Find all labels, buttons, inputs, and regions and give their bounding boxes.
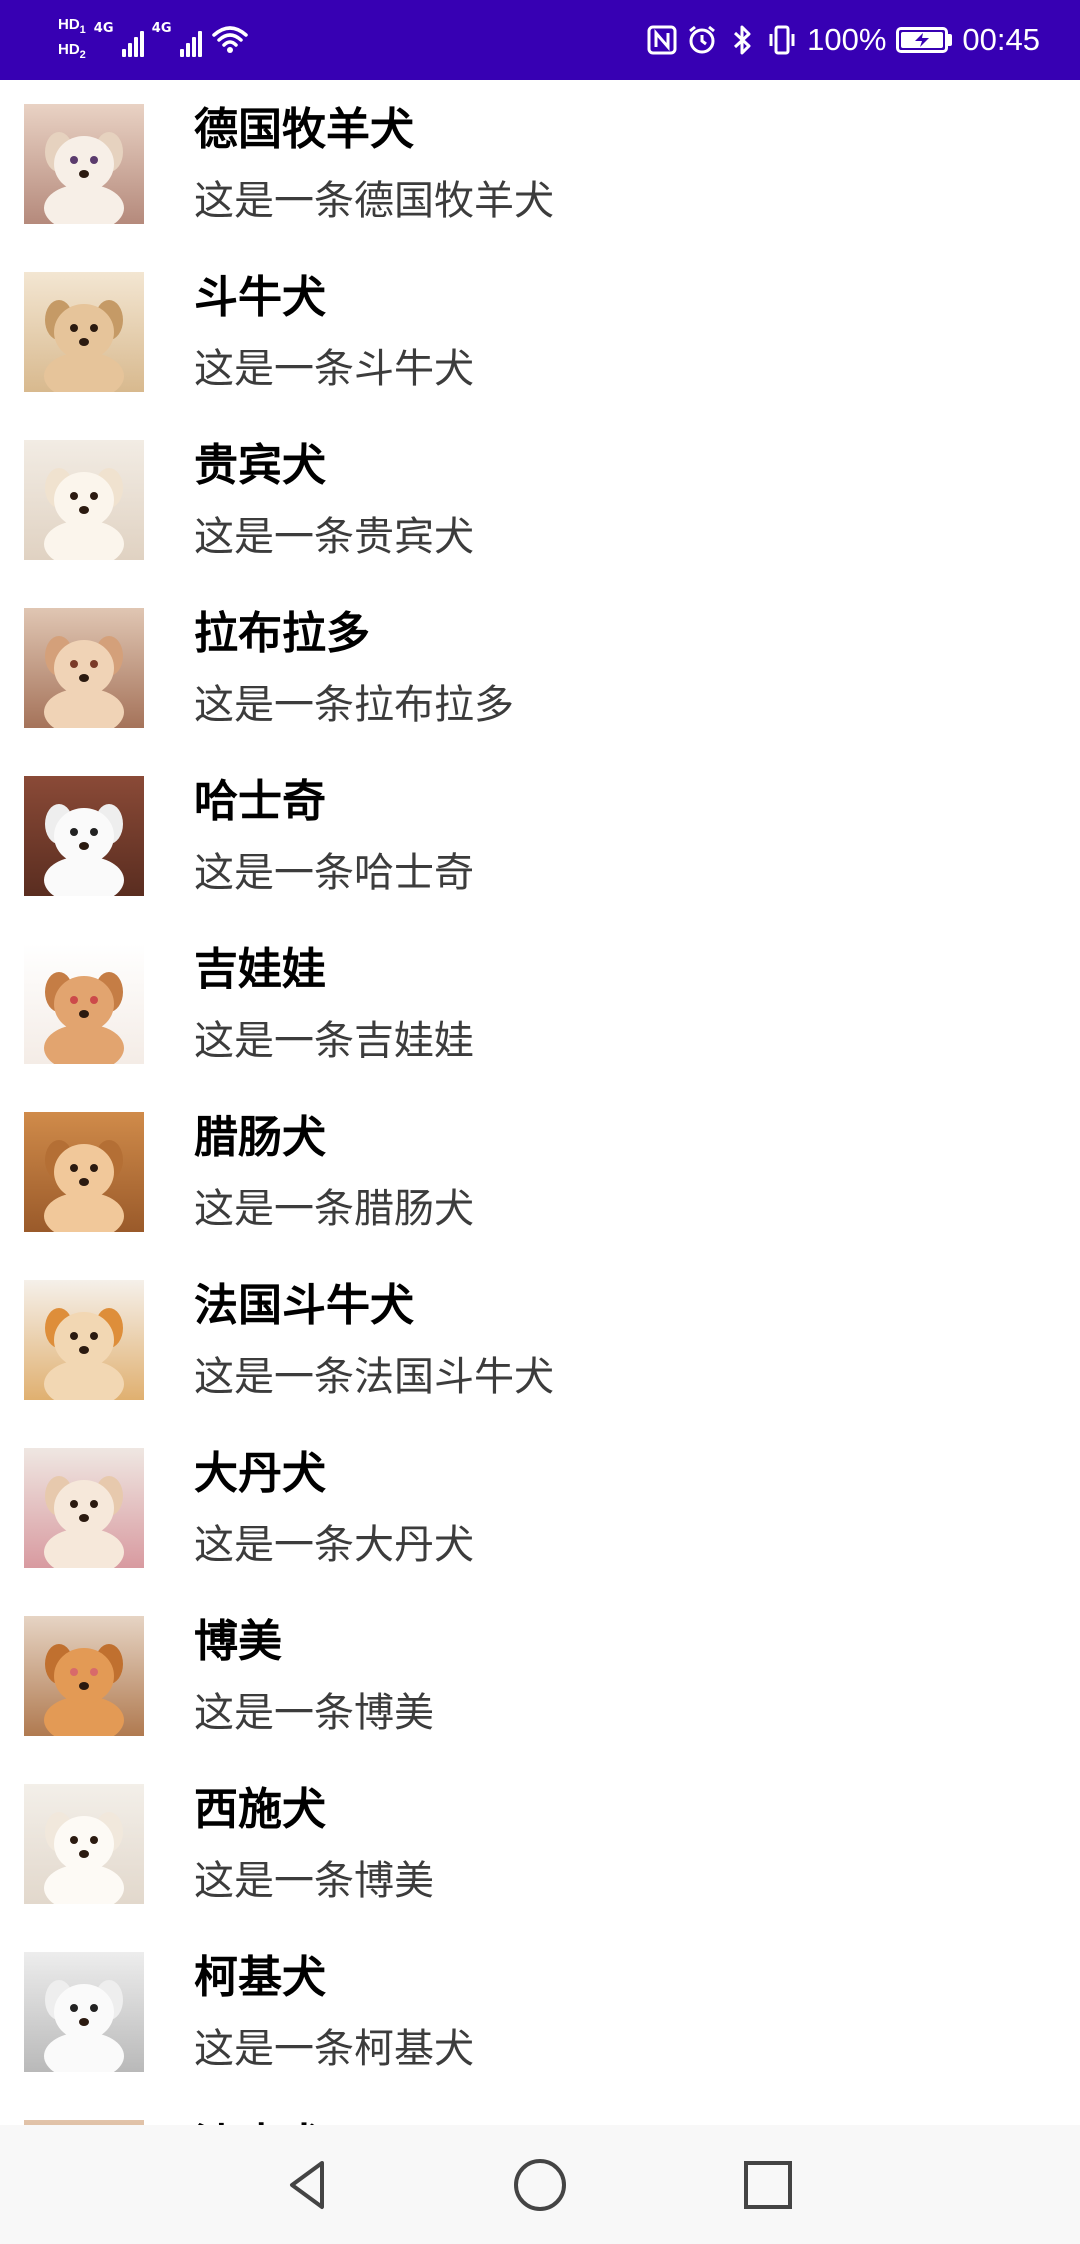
- dog-name: 贵宾犬: [194, 440, 326, 491]
- dog-thumbnail: [24, 1112, 144, 1232]
- dog-description: 这是一条法国斗牛犬: [194, 1354, 554, 1400]
- list-item[interactable]: 大丹犬这是一条大丹犬: [0, 1424, 1080, 1592]
- list-item[interactable]: 吉娃娃这是一条吉娃娃: [0, 920, 1080, 1088]
- dog-photo-icon: [24, 608, 144, 728]
- dog-thumbnail: [24, 1952, 144, 2072]
- back-button[interactable]: [280, 2155, 340, 2215]
- dog-photo-icon: [24, 1952, 144, 2072]
- status-left: HD1 HD2 4G 4G: [58, 17, 248, 63]
- dog-name: 沙皮犬: [194, 2118, 326, 2125]
- dog-name: 腊肠犬: [194, 1112, 326, 1163]
- dog-description: 这是一条博美: [194, 1690, 434, 1736]
- dog-name: 吉娃娃: [194, 944, 326, 995]
- signal-2-icon: 4G: [151, 21, 202, 57]
- dog-description: 这是一条博美: [194, 1858, 434, 1904]
- hd-indicators: HD1 HD2: [58, 17, 86, 63]
- list-item[interactable]: 拉布拉多这是一条拉布拉多: [0, 584, 1080, 752]
- dog-thumbnail: [24, 1616, 144, 1736]
- dog-description: 这是一条柯基犬: [194, 2026, 474, 2072]
- list-item[interactable]: 斗牛犬这是一条斗牛犬: [0, 248, 1080, 416]
- dog-photo-icon: [24, 1784, 144, 1904]
- status-bar: HD1 HD2 4G 4G 100% 00:45: [0, 0, 1080, 80]
- dog-photo-icon: [24, 1280, 144, 1400]
- dog-photo-icon: [24, 104, 144, 224]
- dog-name: 大丹犬: [194, 1448, 326, 1499]
- dog-name: 德国牧羊犬: [194, 104, 414, 155]
- vibrate-icon: [769, 25, 795, 55]
- dog-description: 这是一条腊肠犬: [194, 1186, 474, 1232]
- dog-name: 法国斗牛犬: [194, 1280, 414, 1331]
- dog-photo-icon: [24, 440, 144, 560]
- dog-name: 斗牛犬: [194, 272, 326, 323]
- status-right: 100% 00:45: [647, 22, 1040, 58]
- hd-indicator-1: HD1: [58, 16, 86, 37]
- screen: HD1 HD2 4G 4G 100% 00:45 德国牧羊犬 这是一条德国牧羊犬…: [0, 0, 1080, 2244]
- dog-description: 这是一条贵宾犬: [194, 514, 474, 560]
- list-item[interactable]: 法国斗牛犬这是一条法国斗牛犬: [0, 1256, 1080, 1424]
- dog-photo-icon: [24, 944, 144, 1064]
- list-item[interactable]: 沙皮犬: [0, 2096, 1080, 2125]
- dog-thumbnail: [24, 944, 144, 1064]
- dog-photo-icon: [24, 776, 144, 896]
- list-item[interactable]: 柯基犬这是一条柯基犬: [0, 1928, 1080, 2096]
- signal-1-icon: 4G: [93, 21, 144, 57]
- dog-thumbnail: [24, 272, 144, 392]
- network-type-1: 4G: [93, 21, 114, 36]
- dog-description: 这是一条哈士奇: [194, 850, 474, 896]
- dog-thumbnail: [24, 1448, 144, 1568]
- dog-photo-icon: [24, 1448, 144, 1568]
- dog-photo-icon: [24, 1616, 144, 1736]
- dog-list[interactable]: 德国牧羊犬这是一条德国牧羊犬 斗牛犬这是一条斗牛犬 贵宾犬这是一条贵宾犬: [0, 80, 1080, 2125]
- dog-name: 西施犬: [194, 1784, 326, 1835]
- home-icon: [514, 2159, 566, 2211]
- dog-thumbnail: [24, 440, 144, 560]
- battery-percent: 100%: [807, 22, 887, 57]
- dog-thumbnail: [24, 1784, 144, 1904]
- dog-name: 柯基犬: [194, 1952, 326, 2003]
- network-type-2: 4G: [151, 21, 172, 36]
- dog-thumbnail: [24, 776, 144, 896]
- dog-thumbnail: [24, 1280, 144, 1400]
- dog-photo-icon: [24, 1112, 144, 1232]
- dog-thumbnail: [24, 104, 144, 224]
- alarm-icon: [689, 25, 716, 54]
- list-item[interactable]: 贵宾犬这是一条贵宾犬: [0, 416, 1080, 584]
- dog-description: 这是一条拉布拉多: [194, 682, 514, 728]
- dog-thumbnail: [24, 608, 144, 728]
- wifi-icon: [212, 26, 248, 53]
- recents-button[interactable]: [738, 2155, 798, 2215]
- hd-indicator-2: HD2: [58, 41, 86, 62]
- home-button[interactable]: [510, 2155, 570, 2215]
- list-item[interactable]: 博美 这是一条博美: [0, 1592, 1080, 1760]
- dog-description: 这是一条大丹犬: [194, 1522, 474, 1568]
- clock: 00:45: [962, 22, 1040, 57]
- list-item[interactable]: 德国牧羊犬这是一条德国牧羊犬: [0, 80, 1080, 248]
- battery-charging-icon: [896, 27, 953, 53]
- navigation-bar: [0, 2125, 1080, 2244]
- dog-description: 这是一条斗牛犬: [194, 346, 474, 392]
- nfc-icon: [647, 25, 677, 55]
- recents-icon: [744, 2161, 792, 2209]
- dog-description: 这是一条吉娃娃: [194, 1018, 474, 1064]
- dog-name: 哈士奇: [194, 776, 326, 827]
- dog-photo-icon: [24, 272, 144, 392]
- list-item[interactable]: 腊肠犬这是一条腊肠犬: [0, 1088, 1080, 1256]
- list-item[interactable]: 西施犬 这是一条博美: [0, 1760, 1080, 1928]
- bluetooth-icon: [734, 25, 751, 55]
- back-icon: [290, 2161, 324, 2209]
- list-item[interactable]: 哈士奇这是一条哈士奇: [0, 752, 1080, 920]
- dog-name: 博美: [194, 1616, 282, 1667]
- dog-description: 这是一条德国牧羊犬: [194, 178, 554, 224]
- dog-name: 拉布拉多: [194, 608, 370, 659]
